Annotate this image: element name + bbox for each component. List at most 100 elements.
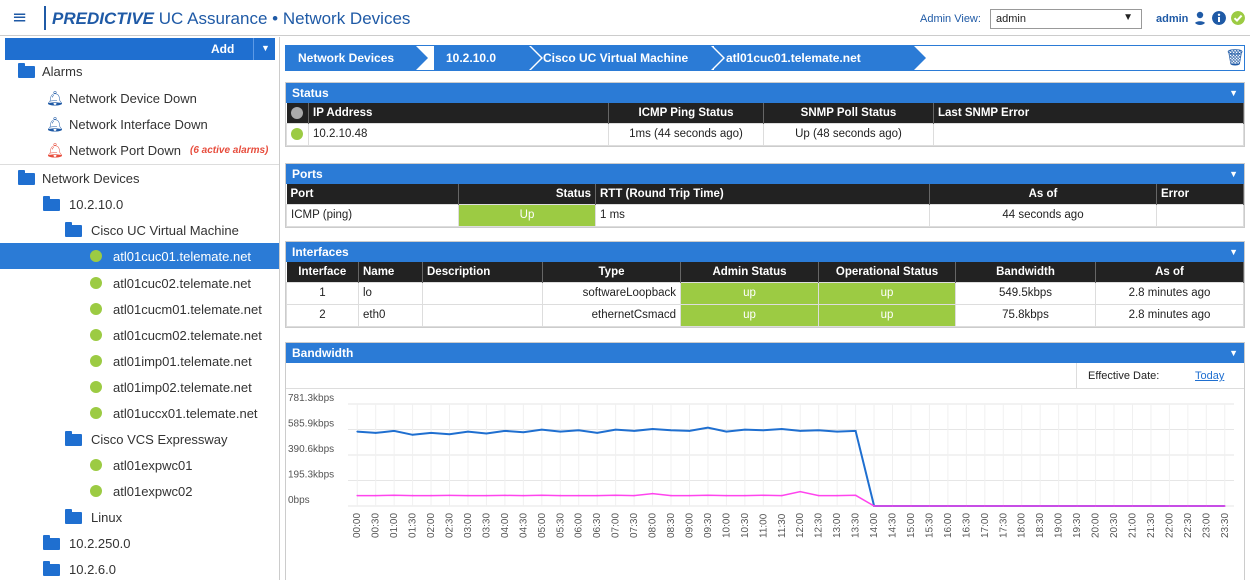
chevron-down-icon[interactable]: ▼ (261, 43, 270, 53)
column-header[interactable]: ICMP Ping Status (608, 103, 764, 123)
column-header[interactable]: Admin Status (680, 262, 819, 282)
chevron-down-icon[interactable]: ▼ (1229, 247, 1238, 257)
tree-alarms[interactable]: Alarms (0, 58, 279, 84)
data-point (430, 494, 432, 497)
user-name[interactable]: admin (1156, 13, 1188, 25)
chevron-down-icon[interactable]: ▼ (1229, 88, 1238, 98)
table-row[interactable]: 2 eth0 ethernetCsmacd up up 75.8kbps 2.8… (286, 303, 1244, 327)
user-icon[interactable] (1193, 11, 1207, 25)
panel-header[interactable]: Status ▼ (286, 83, 1244, 103)
data-point (780, 494, 783, 497)
top-bar: ≡ PREDICTIVE UC Assurance • Network Devi… (0, 0, 1250, 36)
table-row[interactable]: 1 lo softwareLoopback up up 549.5kbps 2.… (286, 281, 1244, 305)
tree-device[interactable]: atl01uccx01.telemate.net (0, 400, 279, 426)
tree-label: Network Devices (42, 171, 140, 186)
folder-icon (65, 509, 82, 524)
today-link[interactable]: Today (1195, 370, 1224, 382)
tree-device[interactable]: atl01cuc01.telemate.net (0, 243, 279, 269)
column-header[interactable]: Bandwidth (955, 262, 1096, 282)
tree-group[interactable]: Cisco UC Virtual Machine (0, 217, 279, 243)
data-point (873, 505, 875, 507)
tree-device[interactable]: atl01cucm01.telemate.net (0, 296, 279, 322)
data-point (744, 428, 746, 431)
column-header[interactable]: Operational Status (818, 262, 956, 282)
data-point (541, 494, 543, 497)
data-point (596, 494, 598, 497)
column-header[interactable]: IP Address (308, 103, 609, 123)
column-header[interactable]: Error (1156, 184, 1244, 204)
x-tick-label: 22:30 (1183, 513, 1194, 538)
tree-label: Network Port Down (69, 143, 181, 158)
panel-header[interactable]: Bandwidth ▼ (286, 343, 1244, 363)
check-icon[interactable] (1231, 11, 1245, 25)
admin-view-select[interactable]: admin ▼ (990, 9, 1142, 29)
admin-view-value: admin (996, 13, 1026, 25)
tree-group[interactable]: Cisco VCS Expressway (0, 426, 279, 452)
folder-icon (65, 222, 82, 237)
data-point (725, 430, 728, 433)
tree-device[interactable]: atl01cucm02.telemate.net (0, 322, 279, 348)
info-icon[interactable] (1212, 11, 1226, 25)
column-header[interactable]: Description (422, 262, 543, 282)
tree-device[interactable]: atl01expwc02 (0, 478, 279, 504)
chevron-down-icon[interactable]: ▼ (1229, 169, 1238, 179)
tree-device[interactable]: atl01cuc02.telemate.net (0, 270, 279, 296)
chevron-down-icon[interactable]: ▼ (1229, 348, 1238, 358)
interfaces-table: Interface Name Description Type Admin St… (286, 262, 1244, 327)
column-header[interactable]: SNMP Poll Status (763, 103, 934, 123)
column-header[interactable]: Interface (286, 262, 359, 282)
tree-device[interactable]: atl01imp01.telemate.net (0, 348, 279, 374)
column-header[interactable]: As of (929, 184, 1157, 204)
column-header[interactable]: RTT (Round Trip Time) (595, 184, 930, 204)
admin-view-label: Admin View: (920, 13, 981, 25)
breadcrumb-item[interactable]: atl01cuc01.telemate.net (714, 46, 928, 70)
tree-alarm-port-down[interactable]: 🔔︎ Network Port Down (6 active alarms) (0, 137, 279, 163)
add-button[interactable]: Add ▼ (5, 38, 275, 60)
x-tick-label: 12:00 (795, 513, 806, 538)
bandwidth-chart[interactable]: 781.3kbps 585.9kbps 390.6kbps 195.3kbps 0bps… (286, 390, 1244, 580)
tree-subnet[interactable]: 10.2.250.0 (0, 530, 279, 556)
status-dot (290, 106, 303, 119)
interface-cell: 1 (286, 281, 359, 305)
column-header[interactable]: As of (1095, 262, 1244, 282)
data-point (799, 430, 802, 432)
column-header[interactable]: Status (458, 184, 596, 204)
breadcrumb-item[interactable]: Network Devices (286, 46, 430, 70)
panel-header[interactable]: Ports ▼ (286, 164, 1244, 184)
tree-alarm-interface-down[interactable]: 🔔︎ Network Interface Down (0, 111, 279, 137)
data-point (356, 494, 359, 497)
y-tick-label: 0bps (288, 495, 310, 506)
tree-group[interactable]: Linux (0, 504, 279, 530)
tree-device[interactable]: atl01imp02.telemate.net (0, 374, 279, 400)
tree-network-devices[interactable]: Network Devices (0, 165, 279, 191)
tree-label: atl01cucm02.telemate.net (113, 328, 262, 343)
breadcrumb-item[interactable]: Cisco UC Virtual Machine (531, 46, 725, 70)
series-line (357, 490, 1225, 507)
data-point (448, 494, 451, 497)
data-point (984, 505, 986, 507)
interface-cell: 2 (286, 303, 359, 327)
data-point (614, 494, 617, 497)
data-point (725, 494, 728, 497)
tree-subnet[interactable]: 10.2.6.0 (0, 556, 279, 580)
column-header[interactable]: Type (542, 262, 681, 282)
trash-icon[interactable]: 🗑︎ (1225, 48, 1245, 67)
column-header[interactable]: Last SNMP Error (933, 103, 1244, 123)
tree-device[interactable]: atl01expwc01 (0, 452, 279, 478)
column-header[interactable]: Name (358, 262, 423, 282)
x-tick-label: 17:00 (980, 513, 991, 538)
x-tick-label: 08:30 (666, 513, 677, 538)
tree-alarm-device-down[interactable]: 🔔︎ Network Device Down (0, 85, 279, 111)
x-tick-label: 18:00 (1017, 513, 1028, 538)
x-tick-label: 09:00 (684, 513, 695, 538)
panel-header[interactable]: Interfaces ▼ (286, 242, 1244, 262)
breadcrumb-item[interactable]: 10.2.10.0 (434, 46, 543, 70)
x-tick-label: 20:30 (1109, 513, 1120, 538)
panel-title: Bandwidth (292, 346, 354, 360)
column-header[interactable]: Port (286, 184, 459, 204)
x-tick-label: 13:30 (851, 513, 862, 538)
menu-icon[interactable]: ≡ (12, 7, 27, 28)
tree-subnet[interactable]: 10.2.10.0 (0, 191, 279, 217)
data-point (707, 494, 709, 497)
breadcrumb: Network Devices 10.2.10.0 Cisco UC Virtu… (285, 45, 1245, 71)
